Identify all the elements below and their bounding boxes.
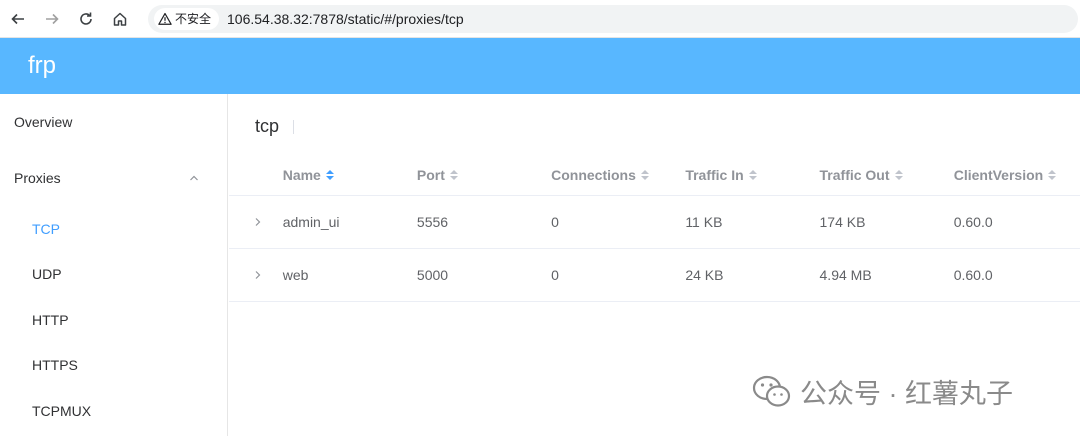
cell-name: admin_ui [282,214,340,230]
sort-icon[interactable] [748,169,757,180]
column-header-connections[interactable]: Connections [551,167,685,183]
column-header-traffic-out[interactable]: Traffic Out [820,167,954,183]
sidebar-subitem-http[interactable]: HTTP [0,297,227,343]
sidebar-subitem-tcpmux[interactable]: TCPMUX [0,388,227,434]
sidebar-subitem-udp[interactable]: UDP [0,252,227,298]
arrow-left-icon [11,13,24,24]
chevron-right-icon [255,218,261,226]
cell-port: 5000 [416,267,449,283]
sidebar-item-overview[interactable]: Overview [0,94,227,150]
cell-client-version: 0.60.0 [953,267,993,283]
forward-button[interactable] [36,3,68,35]
sort-icon[interactable] [449,169,458,180]
app-header: frp [0,38,1080,94]
column-header-client-version[interactable]: ClientVersion [954,167,1080,183]
browser-toolbar: 不安全 106.54.38.32:7878/static/#/proxies/t… [0,0,1080,38]
home-icon [113,12,127,26]
cell-traffic-in: 24 KB [685,267,724,283]
sort-icon[interactable] [325,169,334,180]
column-header-name[interactable]: Name [283,167,417,183]
cell-name: web [282,267,309,283]
address-bar[interactable]: 不安全 106.54.38.32:7878/static/#/proxies/t… [148,4,1078,33]
security-indicator[interactable]: 不安全 [154,7,220,30]
chevron-up-icon [190,175,198,181]
expand-row-button[interactable] [229,270,283,280]
page-title: tcp [255,116,295,137]
url-text[interactable]: 106.54.38.32:7878/static/#/proxies/tcp [227,11,464,27]
wechat-icon [752,375,791,407]
expand-row-button[interactable] [229,217,283,227]
back-button[interactable] [2,3,34,35]
security-label: 不安全 [175,12,212,26]
column-header-traffic-in[interactable]: Traffic In [685,167,819,183]
table-header: Name Port Connections Traffic In Traffic… [229,154,1080,196]
proxies-table: Name Port Connections Traffic In Traffic… [229,154,1080,302]
reload-icon [80,12,92,25]
sidebar-item-proxies[interactable]: Proxies [0,150,227,206]
cell-traffic-out: 174 KB [819,214,866,230]
table-row[interactable]: web 5000 0 24 KB 4.94 MB 0.60.0 [229,249,1080,302]
sidebar: Overview Proxies TCP UDP HTTP HTTPS TCPM… [0,94,228,436]
warning-icon [158,12,172,25]
cell-connections: 0 [551,267,559,283]
cell-port: 5556 [416,214,449,230]
sort-icon[interactable] [894,169,903,180]
cell-traffic-out: 4.94 MB [819,267,872,283]
reload-button[interactable] [70,3,102,35]
sidebar-item-label: Overview [14,114,73,130]
table-row[interactable]: admin_ui 5556 0 11 KB 174 KB 0.60.0 [229,196,1080,249]
sidebar-subitem-https[interactable]: HTTPS [0,343,227,389]
sidebar-item-label: Proxies [14,170,61,186]
sidebar-subitem-tcp[interactable]: TCP [0,206,227,252]
title-divider [293,119,295,134]
cell-client-version: 0.60.0 [953,214,993,230]
watermark: 公众号 · 红薯丸子 [752,372,1013,411]
brand-logo[interactable]: frp [28,52,56,80]
watermark-text: 公众号 · 红薯丸子 [800,379,1013,409]
cell-connections: 0 [551,214,559,230]
cell-traffic-in: 11 KB [685,214,723,230]
arrow-right-icon [46,13,59,24]
sort-icon[interactable] [640,169,649,180]
home-button[interactable] [104,3,136,35]
sort-icon[interactable] [1048,169,1057,180]
column-header-port[interactable]: Port [417,167,551,183]
chevron-right-icon [255,271,261,279]
